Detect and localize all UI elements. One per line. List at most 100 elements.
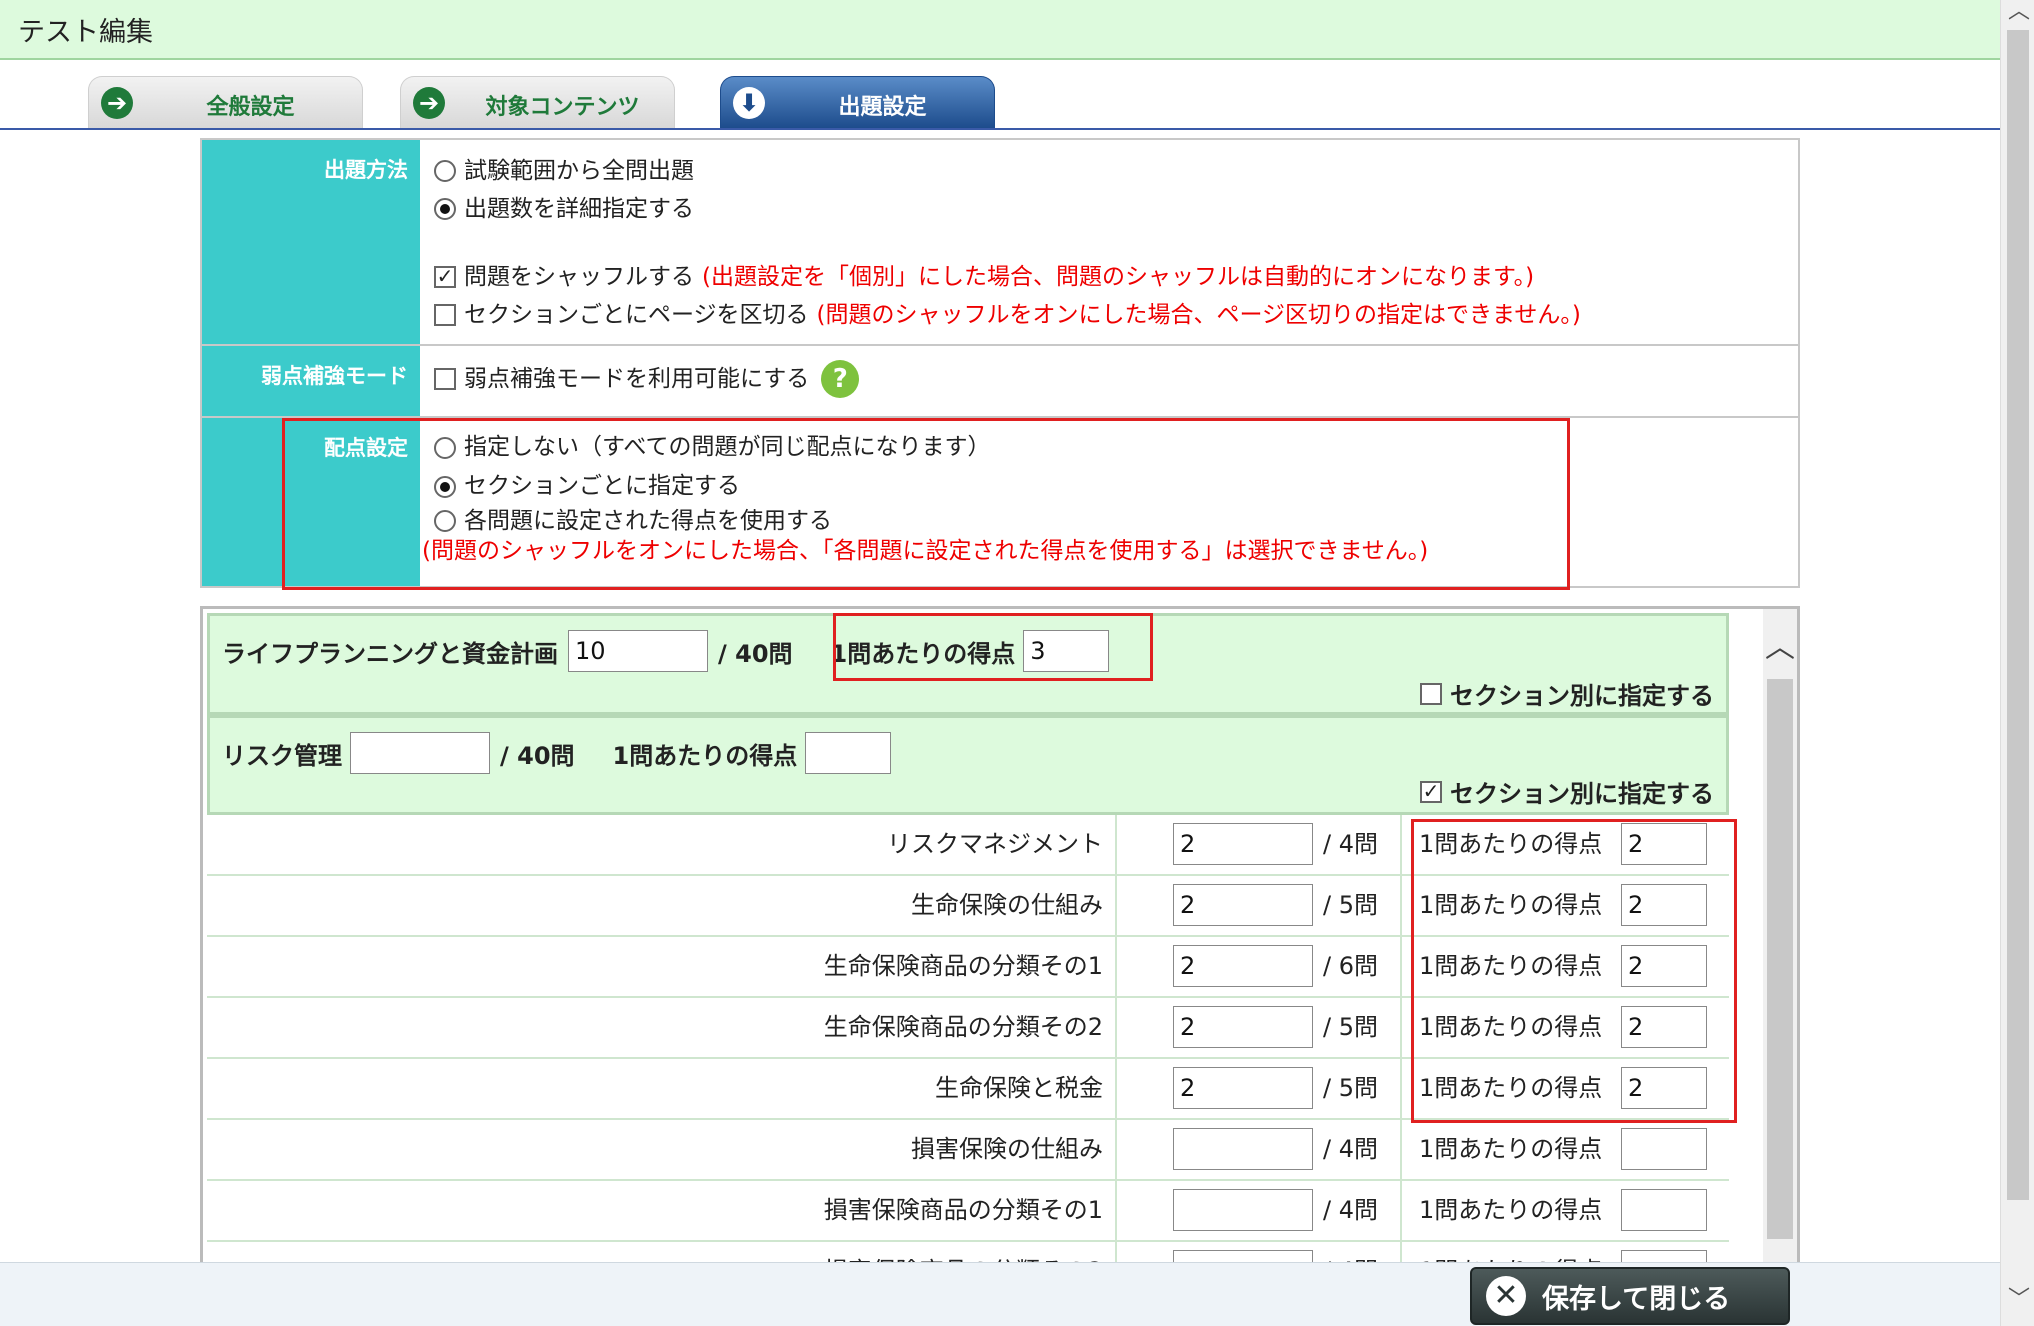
section-points-input[interactable]: 3: [1023, 630, 1110, 672]
tab-label: 出題設定: [838, 95, 927, 120]
option-scoring-none[interactable]: 指定しない（すべての問題が同じ配点になります）: [434, 428, 1784, 467]
weak-mode-option[interactable]: 弱点補強モードを利用可能にする ?: [434, 360, 1784, 398]
subsection-points-input[interactable]: [1621, 1189, 1707, 1231]
option-detail-count[interactable]: 出題数を詳細指定する: [434, 190, 1784, 228]
per-section-label: セクション別に指定する: [1450, 682, 1714, 710]
subsection-points-input[interactable]: 2: [1621, 884, 1707, 926]
subsection-points-input[interactable]: 2: [1621, 1006, 1707, 1048]
section-block: ライフプランニングと資金計画 10 / 40問 1問あたりの得点 3 セクション…: [207, 613, 1729, 715]
subsection-row: 損害保険の仕組み / 4問 1問あたりの得点: [207, 1120, 1729, 1181]
points-label: 1問あたりの得点: [1419, 1074, 1603, 1102]
scoring-row: 配点設定 指定しない（すべての問題が同じ配点になります） セクションごとに指定す…: [202, 418, 1798, 586]
option-label: 試験範囲から全問出題: [464, 158, 694, 184]
shuffle-checkbox[interactable]: ✓: [434, 266, 456, 288]
subsection-name: 生命保険商品の分類その1: [207, 937, 1117, 996]
shuffle-option[interactable]: ✓ 問題をシャッフルする (出題設定を「個別」にした場合、問題のシャッフルは自動…: [434, 258, 1784, 296]
close-icon: ✕: [1486, 1276, 1526, 1316]
per-section-label: セクション別に指定する: [1450, 780, 1714, 808]
points-label: 1問あたりの得点: [1419, 952, 1603, 980]
radio-scoring-each[interactable]: [434, 510, 456, 532]
subsection-count-input[interactable]: [1173, 1128, 1313, 1170]
section-count-input[interactable]: 10: [568, 630, 708, 672]
scroll-down-arrow-icon[interactable]: ﹀: [2008, 1289, 2030, 1311]
page-break-checkbox[interactable]: [434, 304, 456, 326]
subsection-name: 生命保険商品の分類その2: [207, 998, 1117, 1057]
weak-mode-checkbox-label: 弱点補強モードを利用可能にする: [464, 366, 810, 392]
subsection-name: 損害保険商品の分類その1: [207, 1181, 1117, 1240]
panel-scrollbar[interactable]: ︿: [1763, 609, 1797, 1263]
per-section-checkbox[interactable]: [1420, 682, 1442, 705]
subsection-count-input[interactable]: 2: [1173, 1006, 1313, 1048]
per-section-checkbox[interactable]: ✓: [1420, 780, 1442, 803]
radio-scoring-section[interactable]: [434, 475, 456, 498]
points-label: 1問あたりの得点: [1419, 891, 1603, 919]
subsection-count-input[interactable]: 2: [1173, 823, 1313, 865]
tab-label: 全般設定: [206, 95, 295, 120]
subsection-total: / 5問: [1323, 891, 1378, 919]
subsection-row: 生命保険の仕組み 2 / 5問 1問あたりの得点 2: [207, 876, 1729, 937]
page-break-option[interactable]: セクションごとにページを区切る (問題のシャッフルをオンにした場合、ページ区切り…: [434, 296, 1784, 334]
option-all-questions[interactable]: 試験範囲から全問出題: [434, 152, 1784, 190]
shuffle-note: (出題設定を「個別」にした場合、問題のシャッフルは自動的にオンになります。): [702, 264, 1535, 290]
save-and-close-button[interactable]: ✕ 保存して閉じる: [1470, 1267, 1790, 1325]
save-and-close-label: 保存して閉じる: [1542, 1283, 1731, 1315]
weak-mode-checkbox[interactable]: [434, 368, 456, 390]
scoring-label: 配点設定: [202, 418, 420, 586]
points-label: 1問あたりの得点: [1419, 1013, 1603, 1041]
subsection-count-input[interactable]: 2: [1173, 1067, 1313, 1109]
settings-table: 出題方法 試験範囲から全問出題 出題数を詳細指定する ✓ 問題をシャッフルする …: [200, 138, 1800, 588]
page-break-label: セクションごとにページを区切る: [464, 302, 809, 328]
scoring-note: (問題のシャッフルをオンにした場合、「各問題に設定された得点を使用する」は選択で…: [422, 538, 1429, 564]
subsection-count-input[interactable]: 2: [1173, 884, 1313, 926]
tab-label: 対象コンテンツ: [485, 95, 640, 120]
subsection-points-input[interactable]: 2: [1621, 945, 1707, 987]
scroll-up-arrow-icon[interactable]: ︿: [2008, 1, 2030, 23]
subsection-name: 損害保険の仕組み: [207, 1120, 1117, 1179]
arrow-right-icon: ➔: [413, 87, 445, 119]
section-count-input[interactable]: [350, 732, 490, 774]
chevron-up-icon[interactable]: ︿: [1765, 633, 1795, 663]
option-scoring-section[interactable]: セクションごとに指定する: [434, 467, 1784, 506]
tab-target-contents[interactable]: ➔ 対象コンテンツ: [400, 76, 675, 128]
subsection-count-input[interactable]: [1173, 1189, 1313, 1231]
subsection-points-input[interactable]: [1621, 1128, 1707, 1170]
footer-bar: ✕ 保存して閉じる: [0, 1262, 2000, 1326]
weak-mode-label: 弱点補強モード: [202, 346, 420, 416]
subsection-count-input[interactable]: 2: [1173, 945, 1313, 987]
section-points-input[interactable]: [805, 732, 892, 774]
arrow-down-icon: ⬇: [733, 87, 765, 119]
radio-detail-count[interactable]: [434, 198, 456, 220]
subsection-points-input[interactable]: 2: [1621, 823, 1707, 865]
points-label: 1問あたりの得点: [1419, 830, 1603, 858]
tab-question-settings[interactable]: ⬇ 出題設定: [720, 76, 995, 128]
panel-scroll-thumb[interactable]: [1767, 679, 1793, 1239]
subsection-name: リスクマネジメント: [207, 815, 1117, 874]
weak-mode-row: 弱点補強モード 弱点補強モードを利用可能にする ?: [202, 346, 1798, 418]
subsection-total: / 4問: [1323, 830, 1378, 858]
section-name: ライフプランニングと資金計画: [222, 639, 558, 668]
option-scoring-each[interactable]: 各問題に設定された得点を使用する: [434, 506, 1784, 536]
subsection-total: / 5問: [1323, 1013, 1378, 1041]
window-scrollbar[interactable]: ︿ ﹀: [2000, 0, 2034, 1326]
subsection-row: 生命保険商品の分類その1 2 / 6問 1問あたりの得点 2: [207, 937, 1729, 998]
option-label: 各問題に設定された得点を使用する: [464, 508, 832, 534]
radio-scoring-none[interactable]: [434, 436, 456, 459]
subsection-points-input[interactable]: 2: [1621, 1067, 1707, 1109]
section-scoring-panel: ライフプランニングと資金計画 10 / 40問 1問あたりの得点 3 セクション…: [200, 606, 1800, 1266]
tab-general-settings[interactable]: ➔ 全般設定: [88, 76, 363, 128]
option-label: セクションごとに指定する: [464, 473, 740, 499]
help-icon[interactable]: ?: [821, 360, 860, 398]
question-method-label: 出題方法: [202, 140, 420, 344]
tab-bar: ➔ 全般設定 ➔ 対象コンテンツ ⬇ 出題設定: [0, 60, 2000, 130]
window-scroll-thumb[interactable]: [2007, 30, 2029, 1200]
per-section-option[interactable]: ✓ セクション別に指定する: [1420, 774, 1714, 809]
subsection-total: / 6問: [1323, 952, 1378, 980]
section-total: / 40問: [500, 741, 575, 770]
subsection-name: 生命保険と税金: [207, 1059, 1117, 1118]
per-section-option[interactable]: セクション別に指定する: [1420, 676, 1714, 711]
points-label: 1問あたりの得点: [1419, 1196, 1603, 1224]
window-title: テスト編集: [18, 17, 153, 48]
points-label: 1問あたりの得点: [612, 741, 798, 770]
section-block: リスク管理 / 40問 1問あたりの得点 ✓ セクション別に指定する: [207, 715, 1729, 815]
radio-all-questions[interactable]: [434, 160, 456, 182]
